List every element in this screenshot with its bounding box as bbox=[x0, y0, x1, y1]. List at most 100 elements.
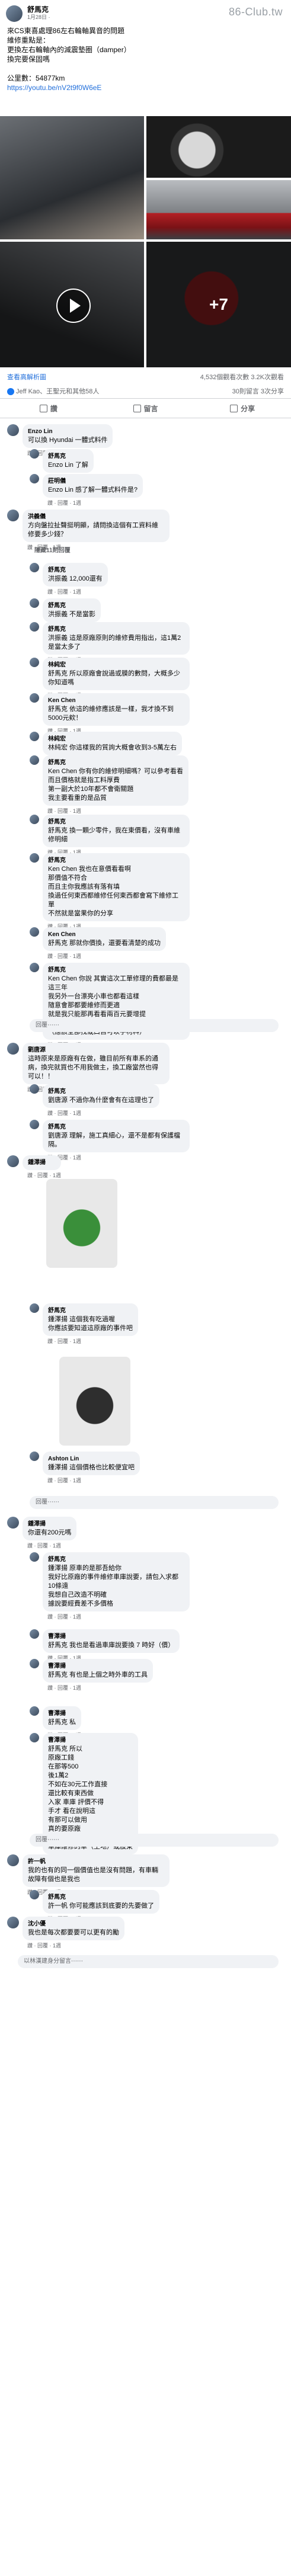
commenter-avatar[interactable] bbox=[7, 1155, 19, 1167]
commenter-name[interactable]: 舒馬克 bbox=[48, 856, 184, 865]
photo-gauge-cluster[interactable] bbox=[146, 116, 291, 178]
comment-actions[interactable]: 讚 · 回覆 · 1週 bbox=[47, 807, 188, 815]
commenter-avatar[interactable] bbox=[30, 449, 39, 459]
commenter-name[interactable]: 許一帆 bbox=[28, 1857, 164, 1866]
commenter-name[interactable]: 劉唐源 bbox=[28, 1046, 164, 1055]
commenter-name[interactable]: 舒馬克 bbox=[48, 1306, 133, 1315]
product-image-part[interactable] bbox=[59, 1357, 130, 1446]
comment-actions[interactable]: 讚 · 回覆 · 1週 bbox=[47, 1613, 190, 1620]
commenter-name[interactable]: 舒馬克 bbox=[48, 566, 103, 575]
commenter-avatar[interactable] bbox=[30, 1706, 39, 1716]
commenter-name[interactable]: Enzo Lin bbox=[28, 427, 107, 436]
commenter-avatar[interactable] bbox=[7, 1043, 19, 1055]
comment-actions[interactable]: 讚 · 回覆 · 1週 bbox=[47, 952, 166, 960]
comment-input[interactable]: 以林漢建身分留言⋯⋯ bbox=[18, 1955, 279, 1968]
commenter-avatar[interactable] bbox=[30, 963, 39, 972]
comment-actions[interactable]: 讚 · 回覆 · 1週 bbox=[47, 588, 108, 595]
comment-actions[interactable]: 讚 · 回覆 · 1週 bbox=[27, 1542, 76, 1549]
commenter-avatar[interactable] bbox=[30, 598, 39, 608]
like-button[interactable]: 讚 bbox=[0, 399, 97, 418]
commenter-name[interactable]: 舒馬克 bbox=[48, 758, 183, 767]
commenter-avatar[interactable] bbox=[30, 927, 39, 937]
commenter-avatar[interactable] bbox=[30, 755, 39, 765]
commenter-avatar[interactable] bbox=[30, 1120, 39, 1129]
commenter-name[interactable]: 林純宏 bbox=[48, 735, 177, 744]
commenter-name[interactable]: 沈小優 bbox=[28, 1920, 119, 1928]
comment-share-counts[interactable]: 30則留言 3次分享 bbox=[232, 386, 284, 396]
photo-wheel-part[interactable]: +7 bbox=[146, 242, 291, 367]
comment-actions[interactable]: 讚 · 回覆 · 1週 bbox=[47, 1476, 140, 1484]
commenter-avatar[interactable] bbox=[7, 1517, 19, 1529]
body-line: 維修重點是： bbox=[7, 36, 50, 44]
more-photos-overlay[interactable]: +7 bbox=[146, 242, 291, 367]
commenter-avatar[interactable] bbox=[30, 1452, 39, 1461]
comment-actions[interactable]: 讚 · 回覆 · 1週 bbox=[27, 1941, 124, 1949]
comment-actions[interactable]: 讚 · 回覆 · 1週 bbox=[27, 1171, 61, 1179]
commenter-avatar[interactable] bbox=[7, 1917, 19, 1928]
commenter-name[interactable]: 曹澤揚 bbox=[48, 1736, 133, 1745]
play-icon[interactable] bbox=[56, 289, 91, 323]
commenter-avatar[interactable] bbox=[7, 1854, 19, 1866]
commenter-name[interactable]: 舒馬克 bbox=[48, 625, 184, 634]
hidden-replies-link[interactable]: 隱藏11則回覆 bbox=[34, 545, 71, 554]
comment-bubble: 莊明儀 Enzo Lin 感了解一體式料件是? bbox=[43, 474, 143, 498]
commenter-name[interactable]: 鍾澤揚 bbox=[28, 1158, 56, 1167]
commenter-name[interactable]: 舒馬克 bbox=[48, 1087, 154, 1096]
comment-actions[interactable]: 讚 · 回覆 · 1週 bbox=[47, 1154, 190, 1161]
author-name[interactable]: 舒馬克 bbox=[27, 6, 50, 14]
commenter-avatar[interactable] bbox=[30, 622, 39, 632]
commenter-avatar[interactable] bbox=[30, 693, 39, 703]
commenter-name[interactable]: 舒馬克 bbox=[48, 818, 184, 826]
commenter-name[interactable]: Ken Chen bbox=[48, 930, 161, 939]
commenter-avatar[interactable] bbox=[30, 853, 39, 863]
video-thumbnail[interactable] bbox=[0, 242, 144, 367]
photo-red-car-lift[interactable] bbox=[146, 180, 291, 239]
youtube-link[interactable]: https://youtu.be/nV2t9f0W6eE bbox=[7, 83, 284, 92]
comment-actions[interactable]: 讚 · 回覆 · 1週 bbox=[47, 1684, 153, 1691]
comment-actions[interactable]: 讚 · 回覆 · 1週 bbox=[47, 1109, 159, 1117]
commenter-name[interactable]: 曹澤揚 bbox=[48, 1709, 76, 1718]
commenter-name[interactable]: 舒馬克 bbox=[48, 452, 88, 461]
reply-input[interactable]: 回覆⋯⋯ bbox=[30, 1834, 279, 1847]
commenter-avatar[interactable] bbox=[30, 658, 39, 667]
commenter-avatar[interactable] bbox=[30, 1084, 39, 1094]
comment-actions[interactable]: 讚 · 回覆 · 1週 bbox=[47, 499, 143, 507]
commenter-name[interactable]: 舒馬克 bbox=[48, 601, 95, 610]
commenter-name[interactable]: 鍾澤揚 bbox=[28, 1520, 71, 1529]
author-avatar[interactable] bbox=[6, 5, 23, 22]
commenter-name[interactable]: 曹澤揚 bbox=[48, 1662, 148, 1671]
commenter-avatar[interactable] bbox=[30, 732, 39, 741]
commenter-avatar[interactable] bbox=[30, 1659, 39, 1668]
commenter-name[interactable]: 舒馬克 bbox=[48, 1893, 154, 1902]
commenter-avatar[interactable] bbox=[30, 474, 39, 483]
product-image-damper[interactable] bbox=[46, 1179, 117, 1268]
share-button[interactable]: 分享 bbox=[194, 399, 291, 418]
commenter-avatar[interactable] bbox=[30, 815, 39, 824]
commenter-name[interactable]: Ken Chen bbox=[48, 696, 184, 705]
commenter-name[interactable]: 洪義儀 bbox=[28, 512, 164, 521]
commenter-name[interactable]: Ashton Lin bbox=[48, 1454, 135, 1463]
commenter-name[interactable]: 舒馬克 bbox=[48, 1555, 184, 1564]
commenter-avatar[interactable] bbox=[30, 1552, 39, 1562]
commenter-avatar[interactable] bbox=[30, 563, 39, 572]
view-hd-link[interactable]: 查看高解析圖 bbox=[7, 372, 46, 382]
commenter-name[interactable]: 曹澤揚 bbox=[48, 1632, 174, 1641]
post-time[interactable]: 1月28日 · bbox=[27, 14, 50, 21]
reactions-text[interactable]: Jeff Kao、王聖元和其他58人 bbox=[16, 388, 99, 395]
commenter-avatar[interactable] bbox=[30, 1733, 39, 1742]
commenter-avatar[interactable] bbox=[30, 1890, 39, 1899]
comment-button[interactable]: 留言 bbox=[97, 399, 194, 418]
reply-input[interactable]: 回覆⋯⋯ bbox=[30, 1019, 279, 1032]
commenter-name[interactable]: 舒馬克 bbox=[48, 1123, 184, 1132]
comment-bubble: Ken Chen 舒馬克 依這的維修應該是一樣，我才換不到5000元欸！ bbox=[43, 693, 190, 726]
commenter-avatar[interactable] bbox=[30, 1629, 39, 1639]
commenter-avatar[interactable] bbox=[7, 424, 19, 436]
commenter-avatar[interactable] bbox=[30, 1303, 39, 1313]
photo-car-underside[interactable] bbox=[0, 116, 144, 239]
commenter-name[interactable]: 林純宏 bbox=[48, 661, 184, 669]
reply-input[interactable]: 回覆⋯⋯ bbox=[30, 1496, 279, 1509]
commenter-name[interactable]: 莊明儀 bbox=[48, 477, 137, 486]
commenter-name[interactable]: 舒馬克 bbox=[48, 966, 184, 975]
commenter-avatar[interactable] bbox=[7, 510, 19, 521]
comment-actions[interactable]: 讚 · 回覆 · 1週 bbox=[47, 1337, 138, 1345]
